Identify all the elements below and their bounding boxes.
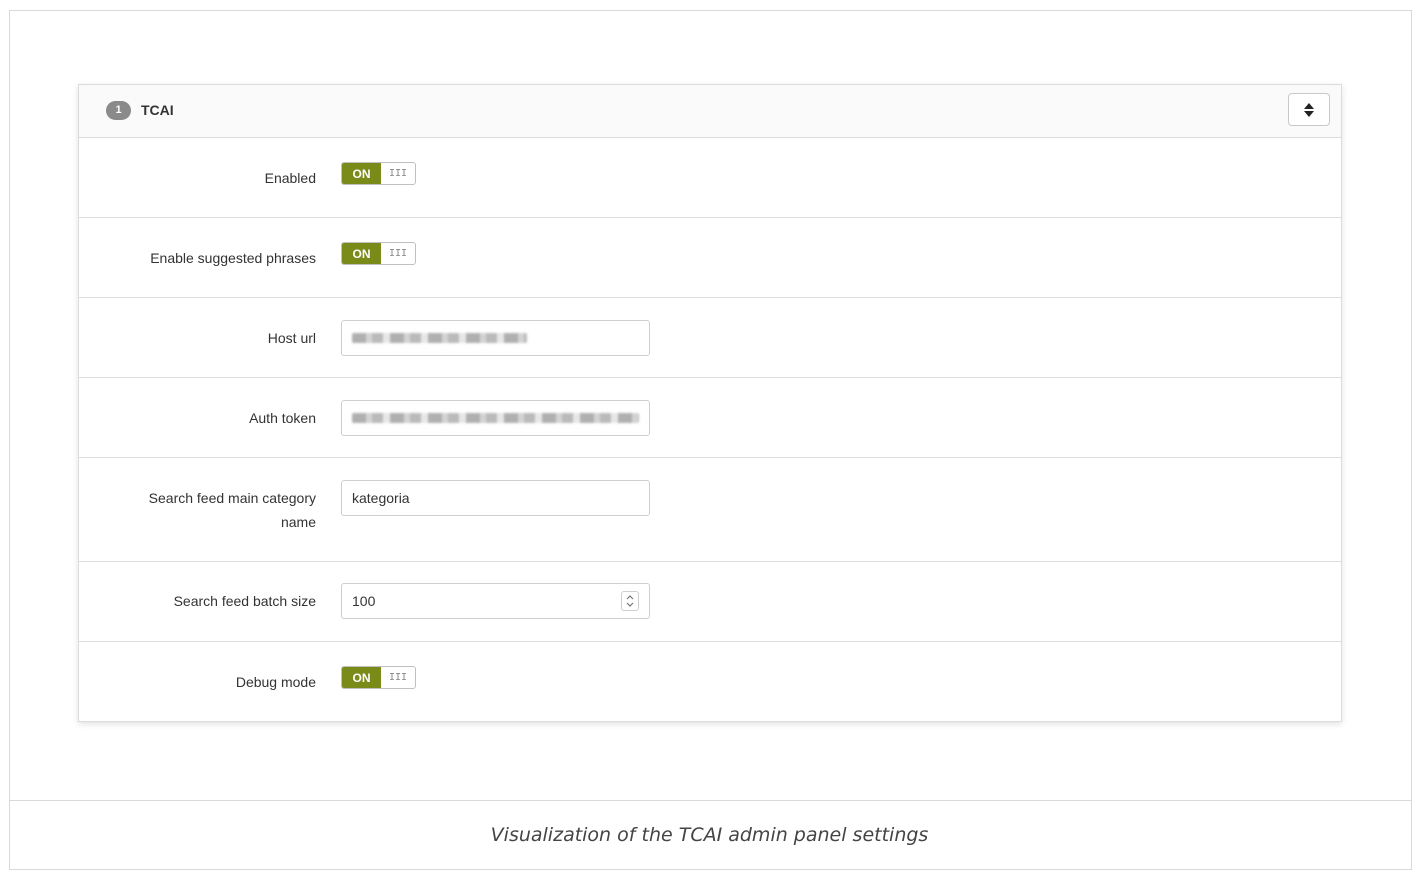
sort-icon bbox=[1304, 102, 1314, 117]
auth-token-input[interactable] bbox=[341, 400, 650, 436]
enabled-label: Enabled bbox=[264, 170, 316, 186]
row-host-url: Host url bbox=[79, 298, 1341, 378]
panel-number-badge: 1 bbox=[106, 101, 131, 120]
category-name-label: Search feed main category name bbox=[79, 486, 316, 534]
batch-size-value: 100 bbox=[352, 593, 376, 609]
toggle-on-label: ON bbox=[342, 163, 381, 184]
host-url-input[interactable] bbox=[341, 320, 650, 356]
row-enabled: Enabled ON III bbox=[79, 138, 1341, 218]
suggested-phrases-toggle[interactable]: ON III bbox=[341, 242, 416, 265]
batch-size-label: Search feed batch size bbox=[173, 593, 316, 609]
row-category-name: Search feed main category name kategoria bbox=[79, 458, 1341, 562]
auth-token-label: Auth token bbox=[249, 410, 316, 426]
redacted-value bbox=[352, 333, 527, 343]
row-debug-mode: Debug mode ON III bbox=[79, 642, 1341, 721]
row-batch-size: Search feed batch size 100 bbox=[79, 562, 1341, 642]
settings-panel: 1 TCAI Enabled ON III Enable suggested p… bbox=[78, 84, 1342, 722]
sort-button[interactable] bbox=[1288, 93, 1330, 126]
category-name-value: kategoria bbox=[352, 490, 410, 506]
figure-caption: Visualization of the TCAI admin panel se… bbox=[490, 824, 929, 846]
redacted-value bbox=[352, 413, 639, 423]
row-suggested-phrases: Enable suggested phrases ON III bbox=[79, 218, 1341, 298]
batch-size-input[interactable]: 100 bbox=[341, 583, 650, 619]
row-auth-token: Auth token bbox=[79, 378, 1341, 458]
category-name-label-line1: Search feed main category bbox=[148, 490, 316, 506]
host-url-label: Host url bbox=[267, 330, 316, 346]
toggle-on-label: ON bbox=[342, 243, 381, 264]
enabled-toggle[interactable]: ON III bbox=[341, 162, 416, 185]
number-stepper[interactable] bbox=[621, 591, 639, 611]
toggle-grip-icon: III bbox=[388, 248, 408, 259]
debug-mode-toggle[interactable]: ON III bbox=[341, 666, 416, 689]
panel-header: 1 TCAI bbox=[79, 85, 1341, 138]
debug-mode-label: Debug mode bbox=[235, 674, 316, 690]
stepper-arrows-icon bbox=[626, 595, 634, 607]
toggle-grip-icon: III bbox=[388, 168, 408, 179]
category-name-input[interactable]: kategoria bbox=[341, 480, 650, 516]
toggle-on-label: ON bbox=[342, 667, 381, 688]
caption-divider bbox=[9, 800, 1412, 801]
toggle-grip-icon: III bbox=[388, 672, 408, 683]
category-name-label-line2: name bbox=[280, 514, 316, 530]
suggested-phrases-label: Enable suggested phrases bbox=[150, 250, 316, 266]
panel-title: TCAI bbox=[141, 102, 174, 118]
